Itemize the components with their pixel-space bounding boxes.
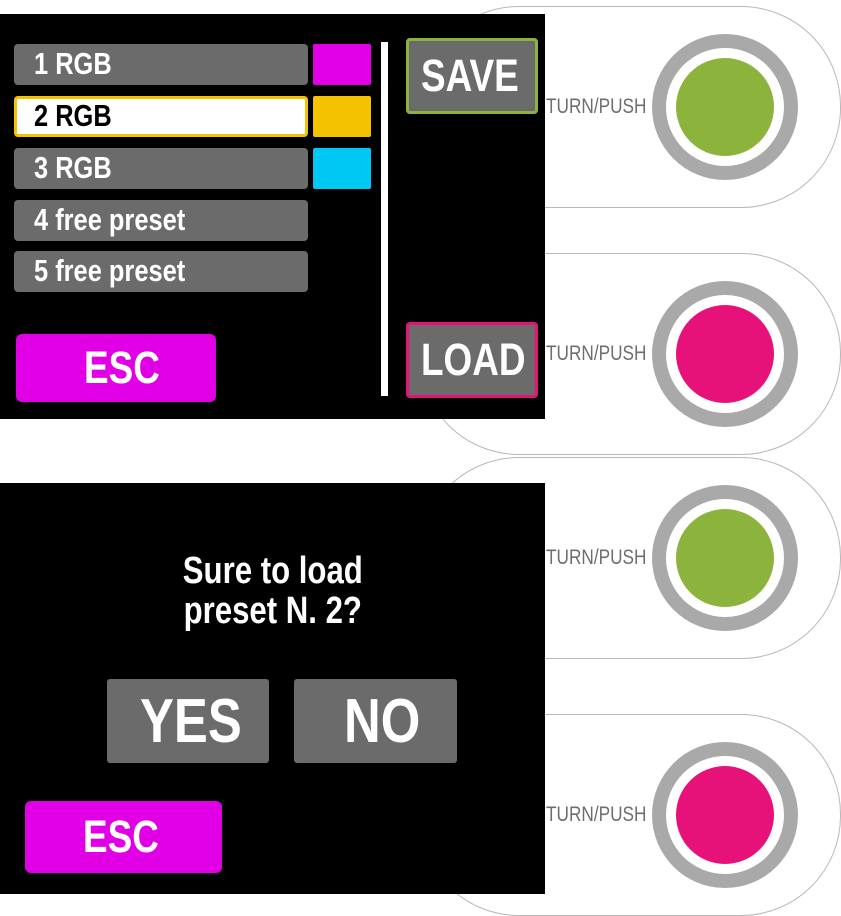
knob-label: TURN/PUSH [546, 803, 647, 826]
preset-color-swatch-magenta [313, 44, 371, 85]
preset-label: 2 RGB [34, 98, 112, 133]
turn-push-knob-green[interactable] [652, 34, 798, 180]
save-button[interactable]: SAVE [406, 38, 538, 114]
preset-item-1[interactable]: 1 RGB [14, 44, 308, 85]
preset-item-4[interactable]: 4 free preset [14, 200, 308, 241]
preset-label: 5 free preset [34, 253, 186, 288]
knob-pink-indicator [676, 305, 774, 403]
yes-button[interactable]: YES [107, 679, 269, 763]
knob-green-indicator [676, 509, 774, 607]
knob-pink-indicator [676, 766, 774, 864]
esc-label: ESC [83, 811, 159, 862]
knob-inner [666, 48, 784, 166]
no-label: NO [344, 687, 421, 756]
esc-label: ESC [84, 342, 160, 393]
preset-color-swatch-cyan [313, 148, 371, 189]
turn-push-knob-pink[interactable] [652, 281, 798, 427]
load-label: LOAD [421, 334, 526, 385]
preset-screen: 1 RGB 2 RGB 3 RGB 4 free preset 5 free p… [0, 14, 545, 419]
esc-button[interactable]: ESC [25, 801, 222, 873]
preset-color-swatch-yellow [313, 96, 371, 137]
knob-inner [666, 499, 784, 617]
knob-green-indicator [676, 58, 774, 156]
yes-label: YES [140, 687, 242, 756]
knob-inner [666, 295, 784, 413]
turn-push-knob-green[interactable] [652, 485, 798, 631]
knob-label: TURN/PUSH [546, 342, 647, 365]
question-line-1: Sure to load [182, 550, 363, 592]
load-button[interactable]: LOAD [406, 322, 538, 398]
save-label: SAVE [421, 50, 519, 101]
preset-item-3[interactable]: 3 RGB [14, 148, 308, 189]
preset-label: 3 RGB [34, 150, 112, 185]
no-button[interactable]: NO [294, 679, 457, 763]
knob-label: TURN/PUSH [546, 95, 647, 118]
preset-label: 1 RGB [34, 46, 112, 81]
scrollbar-divider [381, 42, 388, 396]
question-line-2: preset N. 2? [183, 590, 362, 632]
confirm-question: Sure to load preset N. 2? [0, 551, 545, 631]
turn-push-knob-pink[interactable] [652, 742, 798, 888]
preset-item-5[interactable]: 5 free preset [14, 251, 308, 292]
preset-label: 4 free preset [34, 202, 186, 237]
knob-inner [666, 756, 784, 874]
knob-label: TURN/PUSH [546, 546, 647, 569]
preset-item-2-selected[interactable]: 2 RGB [14, 96, 308, 137]
esc-button[interactable]: ESC [16, 334, 216, 402]
